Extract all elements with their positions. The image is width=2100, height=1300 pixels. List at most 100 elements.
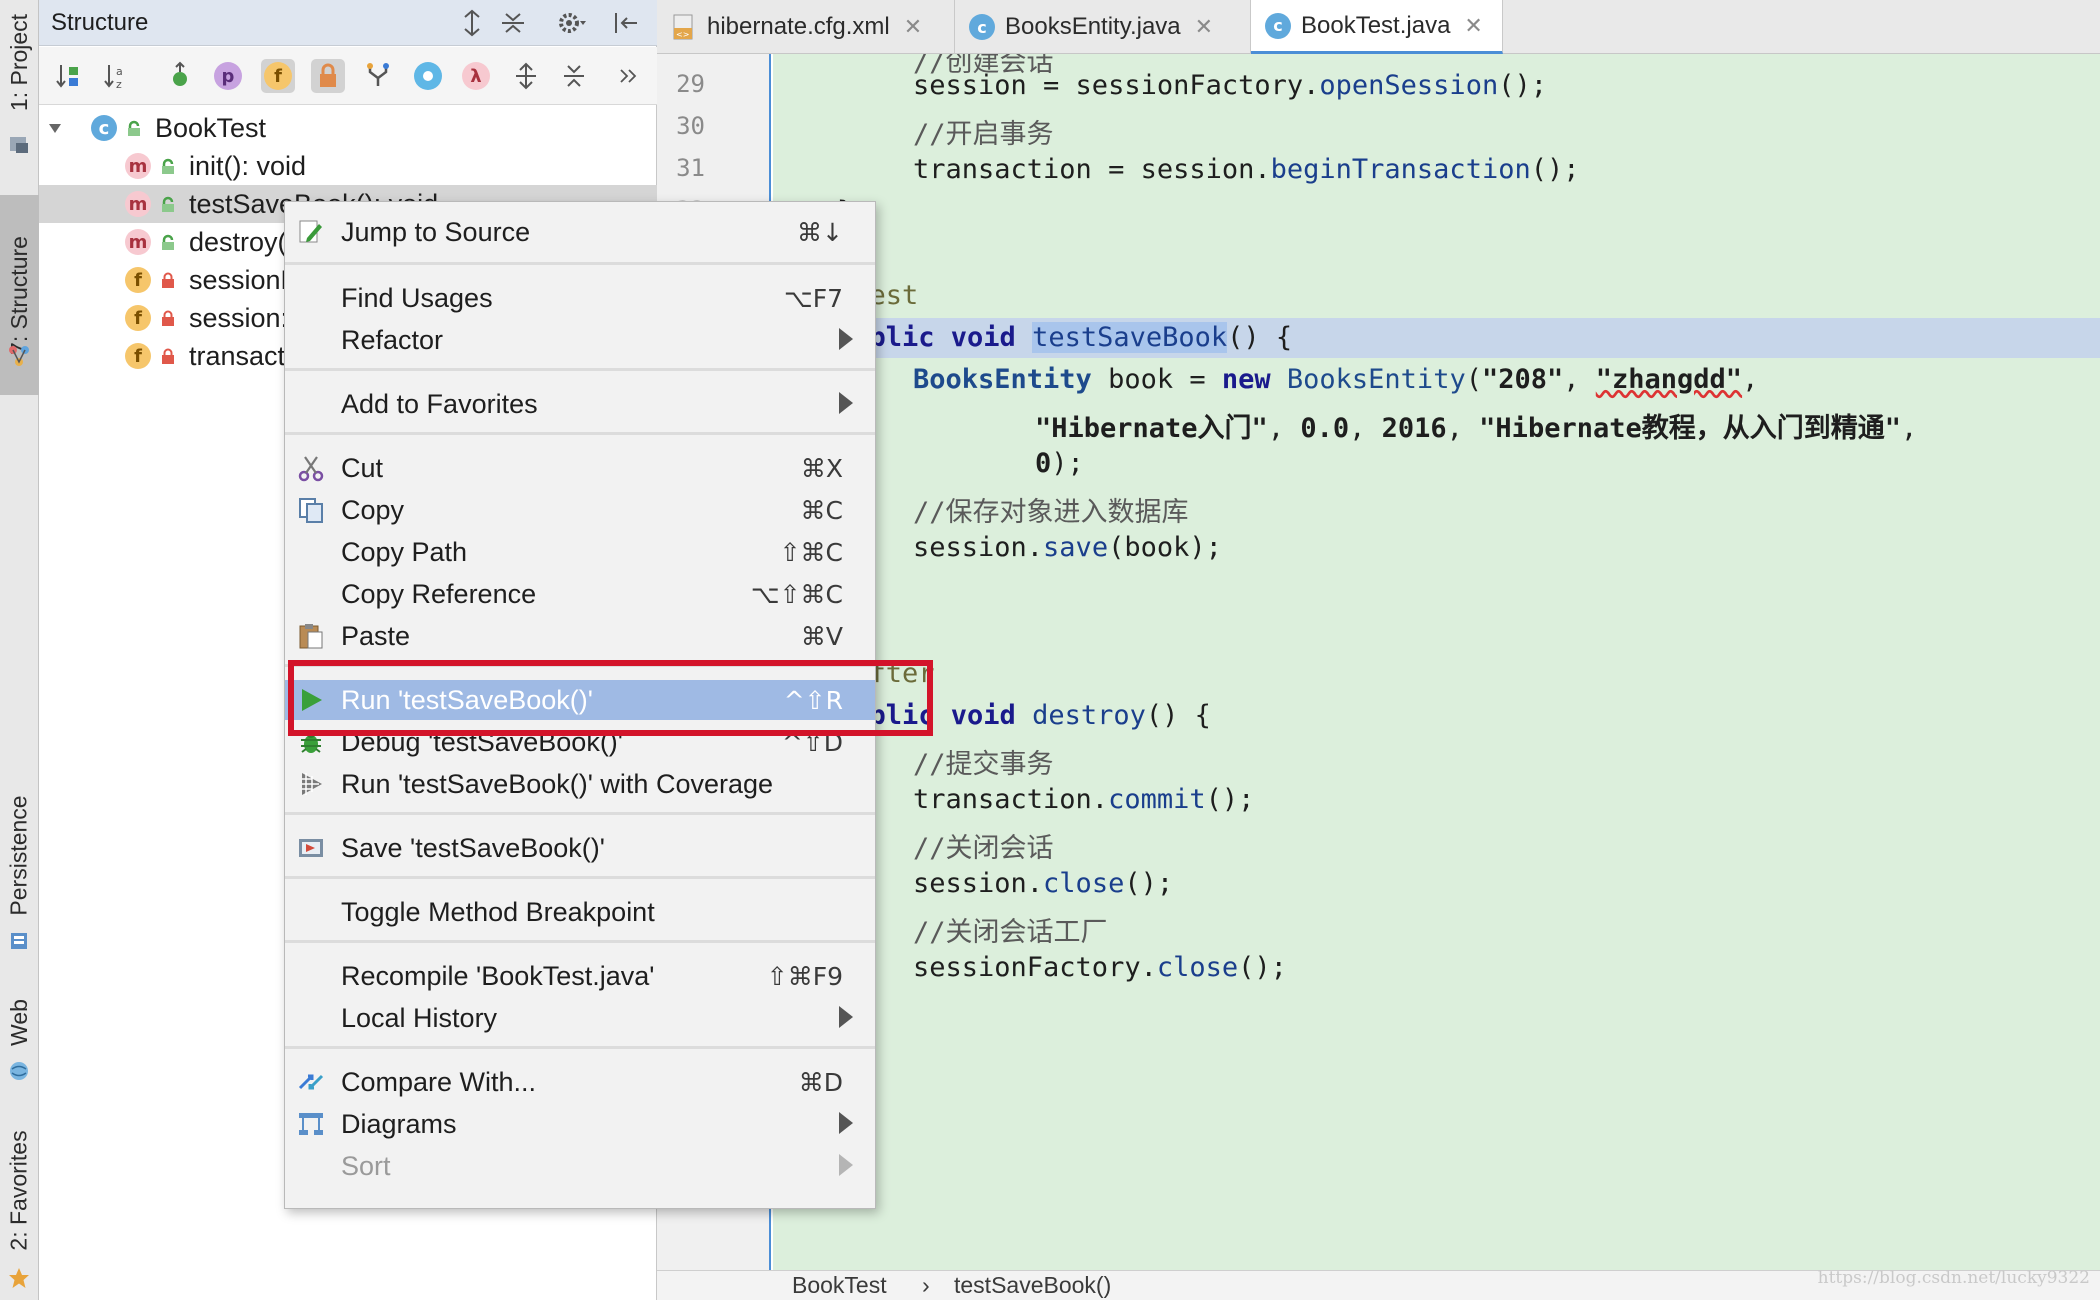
breadcrumb-item[interactable]: BookTest bbox=[792, 1272, 887, 1299]
menu-item-diagrams[interactable]: Diagrams bbox=[285, 1104, 875, 1144]
gear-icon[interactable] bbox=[557, 8, 587, 38]
field-icon: f bbox=[125, 305, 151, 331]
show-fields-icon[interactable]: f bbox=[261, 59, 295, 93]
copy-icon bbox=[299, 498, 323, 523]
paste-icon bbox=[299, 624, 323, 649]
star-icon bbox=[9, 1268, 29, 1288]
structure-toolbar: az p f λ bbox=[39, 47, 657, 105]
menu-separator bbox=[285, 1046, 875, 1049]
menu-item-copy-reference[interactable]: Copy Reference ⌥⇧⌘C bbox=[285, 574, 875, 614]
svg-text:a: a bbox=[116, 65, 123, 78]
field-icon: f bbox=[125, 343, 151, 369]
menu-separator bbox=[285, 876, 875, 879]
code-line: //提交事务 bbox=[913, 749, 1054, 780]
sort-by-visibility-icon[interactable] bbox=[51, 59, 85, 93]
tree-item-label: BookTest bbox=[155, 112, 267, 143]
show-properties-icon[interactable]: p bbox=[211, 59, 245, 93]
method-icon: m bbox=[125, 153, 151, 179]
tool-window-strip: 1: Project 7: Structure Persistence Web … bbox=[0, 0, 39, 1300]
show-lambdas-target-icon[interactable] bbox=[411, 59, 445, 93]
code-editor[interactable]: //创建会话 session = sessionFactory.openSess… bbox=[773, 54, 2100, 1270]
menu-item-find-usages[interactable]: Find Usages ⌥F7 bbox=[285, 278, 875, 318]
code-line: transaction = session.beginTransaction()… bbox=[913, 154, 1580, 185]
test-class-icon: c bbox=[1265, 12, 1291, 39]
tab-web[interactable]: Web bbox=[0, 985, 39, 1060]
menu-item-compare-with[interactable]: Compare With... ⌘D bbox=[285, 1062, 875, 1102]
code-line: public void testSaveBook() { bbox=[837, 322, 1293, 353]
code-line: session = sessionFactory.openSession(); bbox=[913, 70, 1547, 101]
menu-item-add-to-favorites[interactable]: Add to Favorites bbox=[285, 384, 875, 424]
collapse-all-icon[interactable] bbox=[498, 8, 528, 38]
class-icon: c bbox=[91, 115, 117, 141]
structure-title: Structure bbox=[51, 9, 149, 36]
tab-favorites[interactable]: 2: Favorites bbox=[0, 1115, 39, 1265]
compare-icon bbox=[298, 1074, 324, 1090]
public-visibility-icon bbox=[162, 158, 174, 174]
collapse-toolbar-icon[interactable] bbox=[557, 59, 591, 93]
private-lock-icon bbox=[162, 348, 174, 364]
structure-icon bbox=[9, 346, 29, 366]
save-config-icon bbox=[299, 839, 323, 857]
close-icon[interactable]: ✕ bbox=[1195, 14, 1213, 40]
code-line: //关闭会话 bbox=[913, 833, 1054, 864]
menu-item-local-history[interactable]: Local History bbox=[285, 998, 875, 1038]
code-line: 0); bbox=[1035, 448, 1084, 479]
tab-booktest[interactable]: c BookTest.java ✕ bbox=[1251, 0, 1503, 54]
menu-item-paste[interactable]: Paste ⌘V bbox=[285, 616, 875, 656]
tree-item-class[interactable]: c BookTest bbox=[39, 109, 657, 147]
menu-item-save-configuration[interactable]: Save 'testSaveBook()' bbox=[285, 828, 875, 868]
field-icon: f bbox=[125, 267, 151, 293]
test-method-icon: m bbox=[125, 191, 151, 217]
close-icon[interactable]: ✕ bbox=[904, 14, 922, 40]
tab-project-label: 1: Project bbox=[6, 13, 32, 112]
code-line: sessionFactory.close(); bbox=[913, 952, 1287, 983]
tab-label: BooksEntity.java bbox=[1005, 13, 1181, 40]
tab-label: hibernate.cfg.xml bbox=[707, 13, 890, 40]
menu-item-refactor[interactable]: Refactor bbox=[285, 320, 875, 360]
show-anonymous-icon[interactable] bbox=[361, 59, 395, 93]
hide-panel-icon[interactable] bbox=[611, 8, 641, 38]
code-line: "Hibernate入门", 0.0, 2016, "Hibernate教程，从… bbox=[1035, 413, 1918, 444]
show-non-public-icon[interactable] bbox=[311, 59, 345, 93]
code-line: BooksEntity book = new BooksEntity("208"… bbox=[913, 364, 1759, 395]
expand-arrow-icon[interactable] bbox=[47, 120, 63, 136]
menu-item-copy[interactable]: Copy ⌘C bbox=[285, 490, 875, 530]
tab-structure-label: 7: Structure bbox=[6, 235, 33, 355]
tab-project[interactable]: 1: Project bbox=[0, 0, 39, 125]
code-line: //开启事务 bbox=[913, 119, 1054, 150]
more-icon[interactable] bbox=[611, 59, 645, 93]
submenu-arrow-icon bbox=[839, 392, 853, 414]
sort-alphabetically-icon[interactable]: az bbox=[99, 59, 133, 93]
show-lambdas-icon[interactable]: λ bbox=[459, 59, 493, 93]
menu-separator bbox=[285, 368, 875, 371]
menu-item-sort: Sort bbox=[285, 1146, 875, 1186]
menu-item-jump-to-source[interactable]: Jump to Source ⌘↓ bbox=[285, 212, 875, 252]
menu-separator bbox=[285, 940, 875, 943]
diagram-icon bbox=[299, 1113, 323, 1135]
web-icon bbox=[10, 1062, 28, 1080]
highlight-annotation-box bbox=[288, 660, 933, 736]
menu-item-run-with-coverage[interactable]: Run 'testSaveBook()' with Coverage bbox=[285, 764, 875, 804]
menu-item-recompile[interactable]: Recompile 'BookTest.java' ⇧⌘F9 bbox=[285, 956, 875, 996]
public-visibility-icon bbox=[162, 196, 174, 212]
tab-hibernate-cfg[interactable]: <> hibernate.cfg.xml ✕ bbox=[657, 0, 955, 54]
svg-text:z: z bbox=[116, 78, 122, 91]
show-inherited-icon[interactable] bbox=[163, 59, 197, 93]
close-icon[interactable]: ✕ bbox=[1464, 13, 1482, 39]
tab-label: BookTest.java bbox=[1301, 11, 1451, 39]
watermark: https://blog.csdn.net/lucky9322 bbox=[1817, 1268, 2090, 1288]
menu-item-toggle-breakpoint[interactable]: Toggle Method Breakpoint bbox=[285, 892, 875, 932]
public-visibility-icon bbox=[128, 120, 140, 136]
submenu-arrow-icon bbox=[839, 1112, 853, 1134]
tab-booksentity[interactable]: c BooksEntity.java ✕ bbox=[955, 0, 1251, 54]
tree-item-method[interactable]: m init(): void bbox=[39, 147, 657, 185]
expand-all-icon[interactable] bbox=[457, 8, 487, 38]
breadcrumb-item[interactable]: testSaveBook() bbox=[954, 1272, 1111, 1299]
tab-persistence[interactable]: Persistence bbox=[0, 780, 39, 930]
svg-text:<>: <> bbox=[676, 30, 689, 39]
menu-item-cut[interactable]: Cut ⌘X bbox=[285, 448, 875, 488]
expand-toolbar-icon[interactable] bbox=[509, 59, 543, 93]
menu-item-copy-path[interactable]: Copy Path ⇧⌘C bbox=[285, 532, 875, 572]
breadcrumb-separator: › bbox=[922, 1272, 930, 1298]
line-number: 30 bbox=[676, 112, 705, 140]
